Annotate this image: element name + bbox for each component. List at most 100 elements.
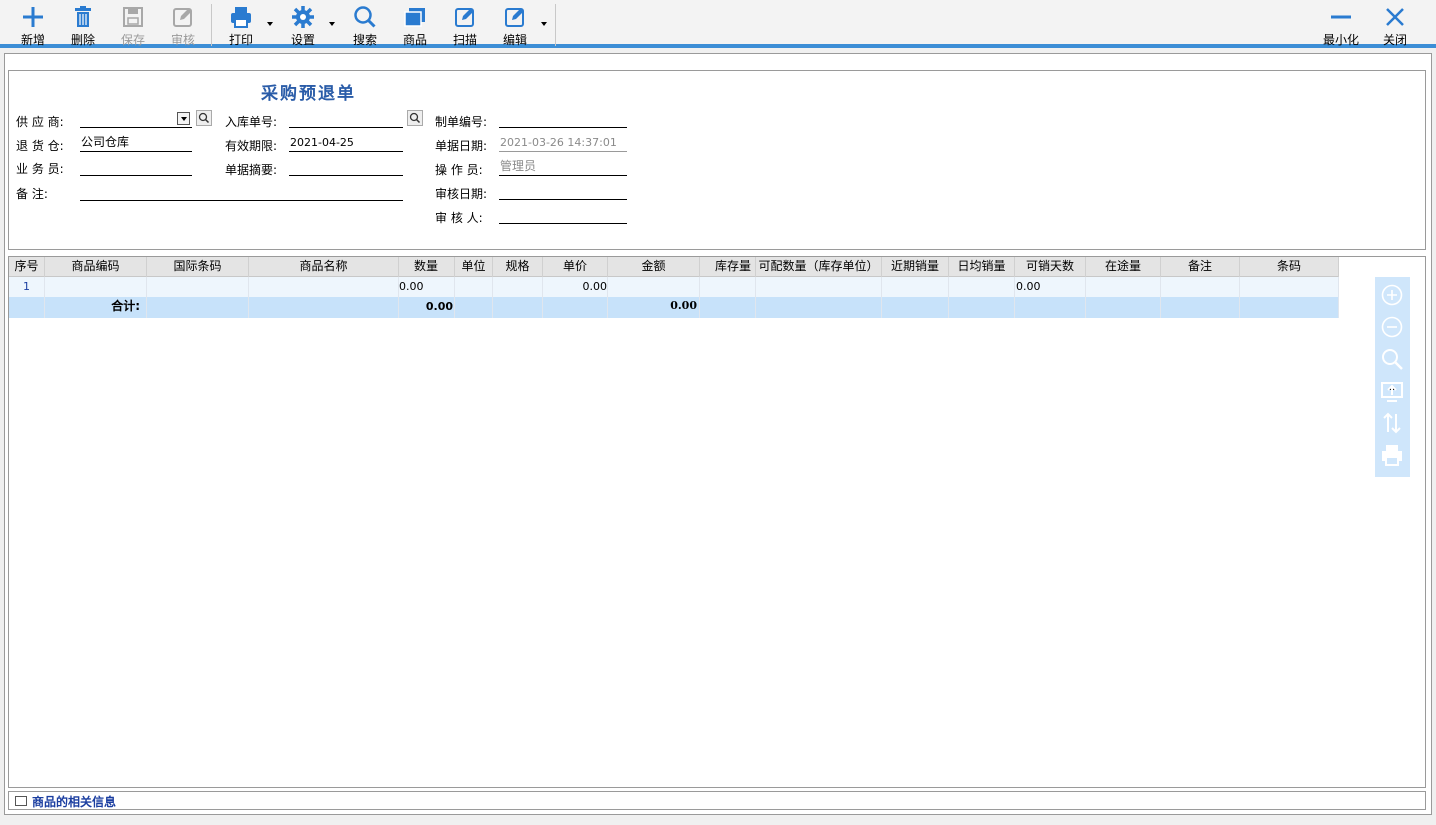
summary-cell (543, 297, 608, 318)
column-header[interactable]: 近期销量 (882, 257, 949, 277)
monitor-icon[interactable] (1380, 379, 1404, 403)
settings-dropdown-icon[interactable] (329, 22, 335, 26)
summary-row: 合计: 0.00 0.00 (9, 297, 1339, 318)
column-header[interactable]: 规格 (493, 257, 543, 277)
column-header[interactable]: 可配数量（库存单位） (756, 257, 882, 277)
delete-label: 删除 (70, 33, 95, 47)
in-transit-cell[interactable] (1086, 277, 1161, 297)
stock-cell[interactable] (700, 277, 756, 297)
summary-cell (1086, 297, 1161, 318)
main-panel: 采购预退单 供 应 商: 退 货 仓: 公司仓库 业 务 员: 备 注: 入库单… (4, 53, 1432, 815)
column-header[interactable]: 商品编码 (45, 257, 147, 277)
operator-field: 管理员 (499, 159, 627, 176)
remark-cell[interactable] (1161, 277, 1240, 297)
salesman-field[interactable] (80, 159, 192, 176)
supplier-lookup-button[interactable] (196, 110, 212, 126)
summary-label: 合计: (45, 297, 147, 318)
doc-no-field[interactable] (499, 111, 627, 128)
audit-date-field (499, 183, 627, 200)
search-button[interactable]: 搜索 (344, 0, 386, 48)
doc-date-label: 单据日期: (435, 139, 488, 153)
plus-icon (23, 7, 43, 27)
settings-button[interactable]: 设置 (282, 0, 324, 48)
product-info-label: 商品的相关信息 (32, 795, 117, 809)
summary-cell (493, 297, 543, 318)
audit-label: 审核 (170, 33, 195, 47)
receipt-lookup-button[interactable] (407, 110, 423, 126)
column-header[interactable]: 单位 (455, 257, 493, 277)
minimize-button[interactable]: 最小化 (1318, 0, 1364, 48)
column-header[interactable]: 序号 (9, 257, 45, 277)
audit-button[interactable]: 审核 (162, 0, 204, 48)
summary-label: 单据摘要: (225, 163, 278, 177)
save-icon (123, 7, 143, 27)
edit-label: 编辑 (502, 33, 527, 47)
supplier-dropdown-icon[interactable] (177, 112, 190, 125)
summary-cell (1240, 297, 1339, 318)
product-button[interactable]: 商品 (394, 0, 436, 48)
summary-cell (147, 297, 249, 318)
column-header[interactable]: 金额 (608, 257, 700, 277)
product-code-cell[interactable] (45, 277, 147, 297)
zoom-in-icon[interactable] (1380, 283, 1404, 307)
search-icon (354, 6, 376, 28)
column-header[interactable]: 库存量 (700, 257, 756, 277)
warehouse-field[interactable]: 公司仓库 (80, 135, 192, 152)
summary-field[interactable] (289, 159, 403, 176)
available-qty-cell[interactable] (756, 277, 882, 297)
print-button[interactable]: 打印 (220, 0, 262, 48)
delete-button[interactable]: 删除 (62, 0, 104, 48)
sellable-days-cell[interactable]: 0.00 (1015, 277, 1086, 297)
amount-cell[interactable] (608, 277, 700, 297)
price-cell[interactable]: 0.00 (543, 277, 608, 297)
column-header[interactable]: 条码 (1240, 257, 1339, 277)
summary-cell (1015, 297, 1086, 318)
edit-button[interactable]: 编辑 (494, 0, 536, 48)
product-info-bar[interactable]: 商品的相关信息 (8, 791, 1426, 810)
column-header[interactable]: 国际条码 (147, 257, 249, 277)
product-name-cell[interactable] (249, 277, 399, 297)
doc-date-field: 2021-03-26 14:37:01 (499, 135, 627, 152)
printer-icon[interactable] (1380, 443, 1404, 467)
search-icon (409, 112, 421, 124)
minimize-icon (1331, 15, 1351, 19)
edit-dropdown-icon[interactable] (541, 22, 547, 26)
recent-sales-cell[interactable] (882, 277, 949, 297)
remark-field[interactable] (80, 184, 403, 201)
toolbar-separator (555, 4, 556, 46)
barcode2-cell[interactable] (1240, 277, 1339, 297)
column-header[interactable]: 备注 (1161, 257, 1240, 277)
print-dropdown-icon[interactable] (267, 22, 273, 26)
scan-button[interactable]: 扫描 (444, 0, 486, 48)
column-header[interactable]: 日均销量 (949, 257, 1015, 277)
zoom-out-icon[interactable] (1380, 315, 1404, 339)
unit-cell[interactable] (455, 277, 493, 297)
add-button[interactable]: 新增 (12, 0, 54, 48)
summary-index-cell (9, 297, 45, 318)
summary-amount: 0.00 (608, 297, 700, 318)
column-header[interactable]: 在途量 (1086, 257, 1161, 277)
summary-cell (949, 297, 1015, 318)
receipt-no-field[interactable] (289, 111, 403, 128)
qty-cell[interactable]: 0.00 (399, 277, 455, 297)
close-button[interactable]: 关闭 (1374, 0, 1416, 48)
daily-sales-cell[interactable] (949, 277, 1015, 297)
search-icon (198, 112, 210, 124)
column-header[interactable]: 数量 (399, 257, 455, 277)
table-row[interactable]: 1 0.00 0.00 0.00 (9, 277, 1339, 297)
barcode-cell[interactable] (147, 277, 249, 297)
search-label: 搜索 (352, 33, 377, 47)
column-header[interactable]: 商品名称 (249, 257, 399, 277)
valid-period-field[interactable]: 2021-04-25 (289, 135, 403, 152)
save-button[interactable]: 保存 (112, 0, 154, 48)
search-icon[interactable] (1380, 347, 1404, 371)
audit-date-label: 审核日期: (435, 187, 488, 201)
sort-icon[interactable] (1380, 411, 1404, 435)
doc-no-label: 制单编号: (435, 115, 488, 129)
supplier-field[interactable] (80, 111, 192, 128)
summary-qty: 0.00 (399, 297, 455, 318)
spec-cell[interactable] (493, 277, 543, 297)
page-title: 采购预退单 (261, 84, 356, 104)
column-header[interactable]: 单价 (543, 257, 608, 277)
column-header[interactable]: 可销天数 (1015, 257, 1086, 277)
